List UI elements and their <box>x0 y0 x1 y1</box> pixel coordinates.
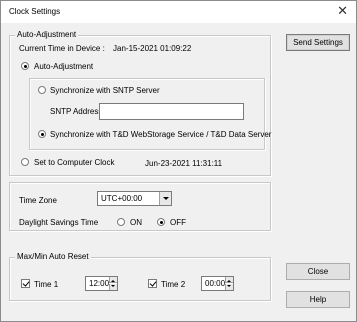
time-zone-group: Time Zone UTC+00:00 Daylight Savings Tim… <box>9 182 271 231</box>
auto-reset-group: Max/Min Auto Reset Time 1 12:00 Time 2 0… <box>9 252 271 301</box>
sync-options-group: Synchronize with SNTP Server SNTP Addres… <box>29 78 271 150</box>
time1-spinner[interactable]: 12:00 <box>85 276 118 291</box>
time2-value: 00:00 <box>205 279 226 288</box>
td-sync-radio[interactable] <box>38 130 46 138</box>
time-zone-value: UTC+00:00 <box>101 194 143 203</box>
dst-off-radio[interactable] <box>157 218 165 226</box>
time2-spinner[interactable]: 00:00 <box>201 276 234 291</box>
close-icon[interactable]: ✕ <box>337 3 348 19</box>
dst-on-label[interactable]: ON <box>130 218 142 227</box>
current-time-label: Current Time in Device : <box>19 44 105 53</box>
computer-clock-radio-label[interactable]: Set to Computer Clock <box>34 158 114 167</box>
close-button[interactable]: Close <box>286 263 350 280</box>
time2-checkbox[interactable] <box>148 279 157 288</box>
time2-label[interactable]: Time 2 <box>161 280 185 289</box>
auto-adjustment-group: Auto-Adjustment Current Time in Device :… <box>9 30 271 176</box>
sntp-radio[interactable] <box>38 86 46 94</box>
sntp-radio-label[interactable]: Synchronize with SNTP Server <box>50 86 160 95</box>
time1-label[interactable]: Time 1 <box>34 280 58 289</box>
help-button[interactable]: Help <box>286 291 350 308</box>
clock-settings-dialog: Clock Settings ✕ Auto-Adjustment Current… <box>0 0 357 322</box>
td-sync-radio-label[interactable]: Synchronize with T&D WebStorage Service … <box>50 130 271 139</box>
sntp-address-input[interactable] <box>99 103 244 120</box>
time1-value: 12:00 <box>89 279 110 288</box>
computer-clock-value: Jun-23-2021 11:31:11 <box>145 159 223 168</box>
current-time-value: Jan-15-2021 01:09:22 <box>113 44 192 53</box>
auto-adjustment-radio-label[interactable]: Auto-Adjustment <box>34 62 93 71</box>
spin-up-icon[interactable] <box>225 277 233 283</box>
auto-adjustment-legend: Auto-Adjustment <box>15 30 79 39</box>
chevron-down-icon[interactable] <box>159 192 171 205</box>
time-zone-label: Time Zone <box>19 196 57 205</box>
window-title: Clock Settings <box>9 7 61 16</box>
dst-label: Daylight Savings Time <box>19 218 99 227</box>
spin-down-icon[interactable] <box>109 284 117 290</box>
dst-on-radio[interactable] <box>117 218 125 226</box>
spin-down-icon[interactable] <box>225 284 233 290</box>
title-bar: Clock Settings ✕ <box>1 1 356 23</box>
time1-checkbox[interactable] <box>21 279 30 288</box>
computer-clock-radio[interactable] <box>21 158 29 166</box>
auto-adjustment-radio[interactable] <box>21 62 29 70</box>
time-zone-select[interactable]: UTC+00:00 <box>97 191 172 206</box>
auto-reset-legend: Max/Min Auto Reset <box>15 252 91 261</box>
spin-up-icon[interactable] <box>109 277 117 283</box>
sntp-address-label: SNTP Address <box>50 107 103 116</box>
send-settings-button[interactable]: Send Settings <box>286 34 350 51</box>
dst-off-label[interactable]: OFF <box>170 218 186 227</box>
